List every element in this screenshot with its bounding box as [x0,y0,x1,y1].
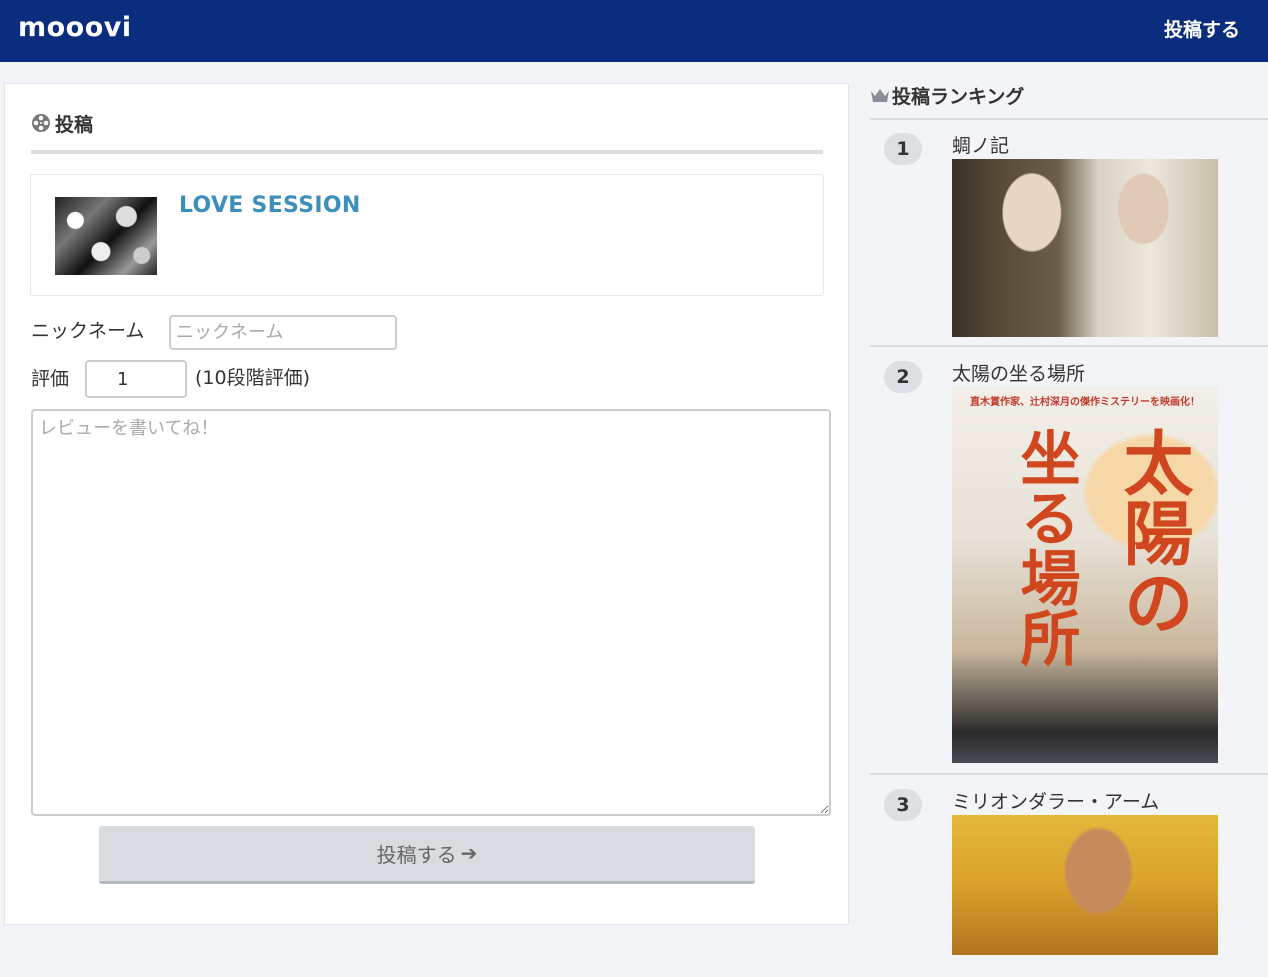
rank-badge: 2 [884,361,922,393]
rank-badge: 1 [884,133,922,165]
movie-thumbnail [55,197,157,275]
crown-icon [871,89,889,102]
ranking-item[interactable]: 3 ミリオンダラー・アーム [870,777,1268,977]
rating-note: (10段階評価) [195,367,311,389]
ranking-movie-title[interactable]: 太陽の坐る場所 [952,359,1085,386]
rating-input[interactable] [85,360,187,398]
logo[interactable]: mooovi [18,12,132,43]
ranking-item[interactable]: 2 太陽の坐る場所 直木賞作家、辻村深月の傑作ミステリーを映画化！ 太陽の 坐る… [870,349,1268,775]
post-panel: 投稿 LOVE SESSION ニックネーム 評価 (10段階評価) 投稿する … [4,83,849,925]
review-textarea[interactable] [31,409,831,816]
header-post-link[interactable]: 投稿する [1164,15,1240,42]
ranking-item[interactable]: 1 蜩ノ記 [870,121,1268,347]
section-title: 投稿 [55,114,94,136]
submit-label: 投稿する [376,845,457,867]
poster-title-a: 太陽の [1112,427,1195,637]
movie-poster[interactable] [952,159,1218,337]
top-nav: mooovi 投稿する [0,0,1268,62]
submit-button[interactable]: 投稿する ➔ [99,826,755,884]
nickname-label: ニックネーム [31,320,145,342]
poster-title-b: 坐る場所 [1010,427,1080,667]
ranking-movie-title[interactable]: 蜩ノ記 [952,131,1009,158]
arrow-right-icon: ➔ [460,843,478,865]
ranking-header: 投稿ランキング [870,80,1268,120]
movie-poster[interactable]: 直木賞作家、辻村深月の傑作ミステリーを映画化！ 太陽の 坐る場所 [952,387,1218,763]
section-header: 投稿 [31,110,823,154]
movie-card: LOVE SESSION [30,174,824,296]
rating-label: 評価 [31,368,70,390]
movie-title[interactable]: LOVE SESSION [179,193,361,218]
ranking-movie-title[interactable]: ミリオンダラー・アーム [952,787,1159,814]
ranking-title: 投稿ランキング [892,85,1025,108]
poster-tagline: 直木賞作家、辻村深月の傑作ミステリーを映画化！ [970,397,1200,408]
film-reel-icon [32,114,50,132]
movie-poster[interactable] [952,815,1218,955]
rank-badge: 3 [884,789,922,821]
nickname-input[interactable] [169,315,397,350]
